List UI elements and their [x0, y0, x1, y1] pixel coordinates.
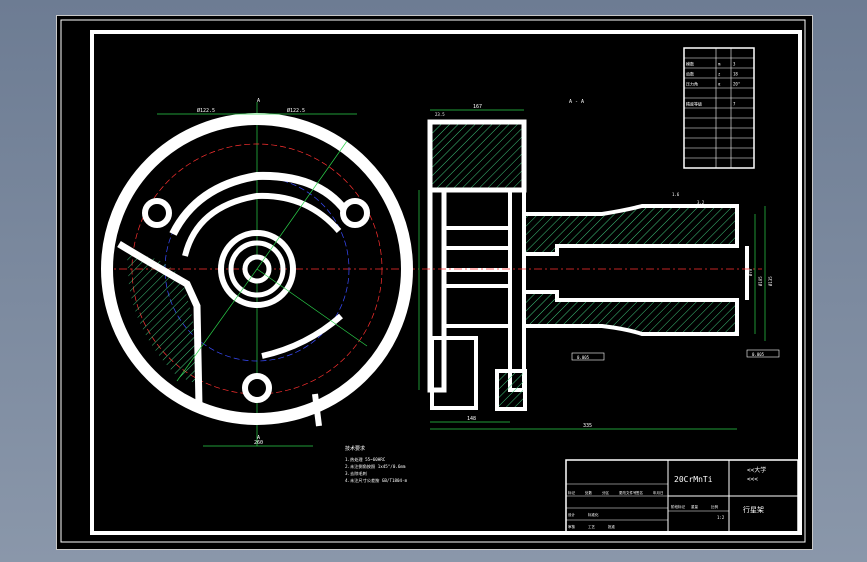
tech-req-item-4: 4.未注尺寸公差按 GB/T1804-m: [345, 477, 408, 484]
param-cell: 精度等级: [686, 101, 702, 107]
dim-section-top: 167: [473, 104, 482, 110]
cut-mark-bottom: A: [257, 435, 260, 441]
tech-req-item-2: 2.未注倒角按照 1x45°/0.6mm: [345, 463, 406, 470]
cad-viewport[interactable]: Ø122.5 Ø122.5 260 A A A - A 167 23.5 148…: [56, 15, 813, 550]
web-right-leg: [312, 393, 322, 427]
front-view: Ø122.5 Ø122.5 260 A A: [101, 98, 419, 447]
tb-row-label: 处数: [585, 490, 593, 495]
shaft-upper-section: [522, 204, 739, 256]
tech-requirements: 技术要求 1.热处理 55~60HRC 2.未注倒角按照 1x45°/0.6mm…: [345, 445, 408, 484]
section-window-3: [442, 284, 512, 328]
tb-scale: 1:2: [717, 515, 725, 520]
tb-row-label: 分区: [602, 490, 610, 495]
dim-right-dia-2: Ø105: [758, 276, 763, 286]
tb-row-label: 比例: [711, 504, 719, 509]
param-cell: 3: [733, 62, 736, 67]
tb-material: 20CrMnTi: [674, 475, 713, 484]
tb-row-label: 更改文件号: [619, 490, 637, 495]
radial-line-1: [256, 140, 348, 270]
tb-company-sub: <<<: [747, 476, 758, 483]
param-cell: z: [718, 72, 721, 77]
section-top-flange: [427, 119, 527, 193]
dim-section-left-height: 175: [405, 283, 411, 292]
drawing-sheet: Ø122.5 Ø122.5 260 A A A - A 167 23.5 148…: [60, 19, 806, 543]
section-view: A - A 167 23.5 148 335 175 Ø70 Ø105 Ø135…: [405, 99, 780, 430]
tb-row-label: 标准化: [588, 512, 599, 517]
tech-req-item-1: 1.热处理 55~60HRC: [345, 456, 386, 463]
tolerance-2: 0.005: [752, 352, 765, 357]
tech-req-title: 技术要求: [345, 445, 365, 452]
param-table: 模数 m 3 齿数 z 18 压力角 α 20° 精度等级 7: [683, 47, 755, 169]
pin-hole-left: [142, 198, 172, 228]
param-cell: m: [718, 62, 721, 67]
tb-row-label: 审核: [568, 524, 576, 529]
param-cell: 7: [733, 102, 736, 107]
tech-req-item-3: 3.去除毛刺: [345, 470, 367, 477]
pin-hole-bottom: [242, 373, 272, 403]
param-cell: 20°: [733, 82, 740, 87]
tb-row-label: 工艺: [588, 524, 596, 529]
tb-row-label: 重量: [691, 504, 699, 509]
dim-right-dia-3: Ø135: [768, 276, 773, 286]
param-cell: 模数: [686, 61, 694, 67]
param-cell: α: [718, 82, 721, 87]
tb-row-label: 签名: [636, 490, 643, 495]
title-block: 20CrMnTi <<大学 <<< 行星架 1:2 标记 处数 分区 更改文件号 签名 年…: [565, 459, 799, 533]
tb-row-label: 标记: [568, 490, 576, 495]
tb-row-label: 批准: [608, 524, 616, 529]
tb-part-name: 行星架: [743, 505, 764, 514]
section-bottom-boss: [495, 369, 527, 411]
dim-front-right: Ø122.5: [287, 107, 305, 114]
web-arc-mid: [182, 192, 342, 257]
dim-section-bottom-left: 148: [467, 416, 476, 422]
dim-front-left: Ø122.5: [197, 107, 215, 114]
dim-right-dia-1: Ø70: [748, 268, 753, 276]
tb-row-label: 阶段标记: [671, 504, 685, 509]
shaft-lower-section: [522, 290, 739, 336]
dim-section-top-small: 23.5: [435, 112, 445, 117]
roughness-1: 3.2: [697, 200, 705, 205]
tb-row-label: 年月日: [653, 490, 664, 495]
cut-mark-top: A: [257, 98, 260, 104]
tb-company: <<大学: [747, 466, 766, 474]
param-cell: 压力角: [686, 81, 698, 87]
tolerance-1: 0.005: [577, 355, 590, 360]
section-window-2: [442, 246, 512, 272]
param-cell: 18: [733, 72, 738, 77]
tb-row-label: 设计: [568, 512, 576, 517]
web-arc-lower: [261, 313, 343, 359]
param-cell: 齿数: [686, 71, 694, 77]
section-label: A - A: [569, 99, 584, 105]
section-window-1: [442, 188, 512, 230]
section-right-wall: [508, 188, 526, 392]
pin-hole-right: [340, 198, 370, 228]
section-bottom-flange: [430, 336, 478, 410]
roughness-2: 1.6: [672, 192, 680, 197]
dim-section-bottom: 335: [583, 423, 592, 429]
